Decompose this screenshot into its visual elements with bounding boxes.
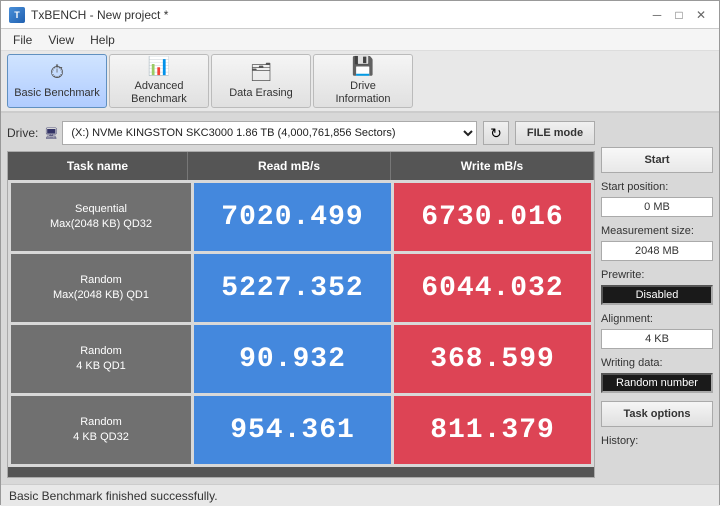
row4-read: 954.361 [194,396,391,464]
title-bar-left: T TxBENCH - New project * [9,7,168,23]
status-bar: Basic Benchmark finished successfully. [1,484,719,506]
title-bar: T TxBENCH - New project * ─ □ ✕ [1,1,719,29]
drive-icon: 🖥 [44,127,58,140]
row1-write: 6730.016 [394,183,591,251]
row2-write: 6044.032 [394,254,591,322]
toolbar-erasing-label: Data Erasing [229,87,293,100]
start-position-value: 0 MB [601,197,713,217]
measurement-size-label: Measurement size: [601,225,713,237]
start-position-label: Start position: [601,181,713,193]
header-task: Task name [8,152,188,180]
window-title: TxBENCH - New project * [31,8,168,22]
row1-read: 7020.499 [194,183,391,251]
toolbar-drive-label: DriveInformation [335,80,390,106]
alignment-value: 4 KB [601,329,713,349]
close-button[interactable]: ✕ [691,5,711,25]
benchmark-table: Task name Read mB/s Write mB/s Sequentia… [7,151,595,478]
menu-help[interactable]: Help [82,31,123,49]
drive-label: Drive: [7,126,38,140]
right-panel: Start Start position: 0 MB Measurement s… [601,119,713,478]
toolbar-data-erasing[interactable]: 🗂 Data Erasing [211,54,311,108]
status-text: Basic Benchmark finished successfully. [9,489,218,503]
toolbar-advanced-label: AdvancedBenchmark [131,80,187,106]
table-header: Task name Read mB/s Write mB/s [8,152,594,180]
drive-information-icon: 💾 [352,56,374,78]
drive-selector[interactable]: (X:) NVMe KINGSTON SKC3000 1.86 TB (4,00… [62,121,477,145]
alignment-label: Alignment: [601,313,713,325]
basic-benchmark-icon: ⏱ [50,62,64,84]
table-row: Random4 KB QD32 954.361 811.379 [11,396,591,464]
row2-read: 5227.352 [194,254,391,322]
drive-row: Drive: 🖥 (X:) NVMe KINGSTON SKC3000 1.86… [7,119,595,147]
menu-file[interactable]: File [5,31,40,49]
drive-refresh-button[interactable]: ↻ [483,121,509,145]
header-read: Read mB/s [188,152,391,180]
app-icon: T [9,7,25,23]
data-erasing-icon: 🗂 [250,62,273,84]
menu-view[interactable]: View [40,31,82,49]
row2-label: RandomMax(2048 KB) QD1 [11,254,191,322]
table-row: Random4 KB QD1 90.932 368.599 [11,325,591,393]
toolbar-drive-information[interactable]: 💾 DriveInformation [313,54,413,108]
toolbar-basic-label: Basic Benchmark [14,87,100,100]
maximize-button[interactable]: □ [669,5,689,25]
row3-write: 368.599 [394,325,591,393]
file-mode-button[interactable]: FILE mode [515,121,595,145]
row4-label: Random4 KB QD32 [11,396,191,464]
task-options-button[interactable]: Task options [601,401,713,427]
toolbar: ⏱ Basic Benchmark 📊 AdvancedBenchmark 🗂 … [1,51,719,113]
row4-write: 811.379 [394,396,591,464]
row3-read: 90.932 [194,325,391,393]
minimize-button[interactable]: ─ [647,5,667,25]
table-row: RandomMax(2048 KB) QD1 5227.352 6044.032 [11,254,591,322]
left-panel: Drive: 🖥 (X:) NVMe KINGSTON SKC3000 1.86… [7,119,595,478]
table-row: SequentialMax(2048 KB) QD32 7020.499 673… [11,183,591,251]
toolbar-advanced-benchmark[interactable]: 📊 AdvancedBenchmark [109,54,209,108]
prewrite-label: Prewrite: [601,269,713,281]
main-area: Drive: 🖥 (X:) NVMe KINGSTON SKC3000 1.86… [1,113,719,484]
window-controls: ─ □ ✕ [647,5,711,25]
history-label: History: [601,435,713,447]
prewrite-value: Disabled [601,285,713,305]
row3-label: Random4 KB QD1 [11,325,191,393]
start-button[interactable]: Start [601,147,713,173]
advanced-benchmark-icon: 📊 [148,56,170,78]
writing-data-value: Random number [601,373,713,393]
header-write: Write mB/s [391,152,594,180]
row1-label: SequentialMax(2048 KB) QD32 [11,183,191,251]
measurement-size-value: 2048 MB [601,241,713,261]
table-rows: SequentialMax(2048 KB) QD32 7020.499 673… [8,180,594,467]
menu-bar: File View Help [1,29,719,51]
writing-data-label: Writing data: [601,357,713,369]
toolbar-basic-benchmark[interactable]: ⏱ Basic Benchmark [7,54,107,108]
